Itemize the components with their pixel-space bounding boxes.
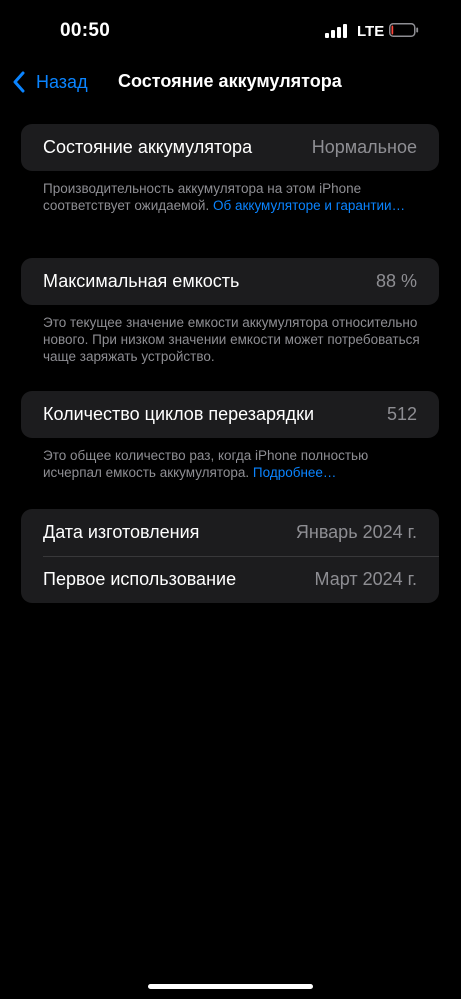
cellular-signal-icon (325, 24, 347, 38)
status-time: 00:50 (60, 20, 111, 41)
home-indicator[interactable] (148, 984, 313, 989)
status-bar: 00:50 LTE (0, 0, 461, 60)
network-type: LTE (357, 23, 385, 40)
first-use-value: Март 2024 г. (314, 569, 417, 589)
learn-more-link[interactable]: Подробнее… (253, 465, 337, 480)
max-capacity-value: 88 % (375, 271, 417, 291)
cycle-count-card: Количество циклов перезарядки 512 (21, 391, 439, 438)
manufacture-date-label: Дата изготовления (43, 522, 200, 542)
battery-health-card: Состояние аккумулятора Нормальное (21, 124, 439, 171)
first-use-label: Первое использование (43, 569, 237, 589)
chevron-left-icon (13, 71, 25, 93)
cycle-count-value: 512 (386, 404, 417, 424)
max-capacity-footer: Это текущее значение емкости аккумулятор… (43, 315, 420, 364)
battery-health-row: Состояние аккумулятора Нормальное (21, 124, 439, 171)
cycle-count-footer: Это общее количество раз, когда iPhone п… (43, 447, 423, 481)
page-title: Состояние аккумулятора (118, 71, 342, 91)
battery-health-label: Состояние аккумулятора (43, 137, 253, 157)
max-capacity-label: Максимальная емкость (43, 271, 240, 291)
cycle-count-row: Количество циклов перезарядки 512 (21, 391, 439, 438)
back-button[interactable]: Назад (12, 68, 88, 96)
back-button-label: Назад (36, 71, 88, 92)
battery-warranty-link[interactable]: Об аккумуляторе и гарантии… (213, 198, 405, 213)
max-capacity-card: Максимальная емкость 88 % (21, 258, 439, 305)
navigation-bar: Назад Состояние аккумулятора (0, 62, 461, 102)
cycle-count-label: Количество циклов перезарядки (43, 404, 315, 424)
battery-health-value: Нормальное (311, 137, 417, 157)
battery-level-fill (391, 25, 394, 35)
dates-card: Дата изготовления Январь 2024 г. Первое … (21, 509, 439, 603)
battery-health-footer: Производительность аккумулятора на этом … (43, 180, 423, 214)
manufacture-date-row: Дата изготовления Январь 2024 г. (21, 509, 439, 556)
max-capacity-row: Максимальная емкость 88 % (21, 258, 439, 305)
manufacture-date-value: Январь 2024 г. (295, 522, 417, 542)
battery-icon (389, 23, 419, 37)
first-use-row: Первое использование Март 2024 г. (21, 556, 439, 603)
